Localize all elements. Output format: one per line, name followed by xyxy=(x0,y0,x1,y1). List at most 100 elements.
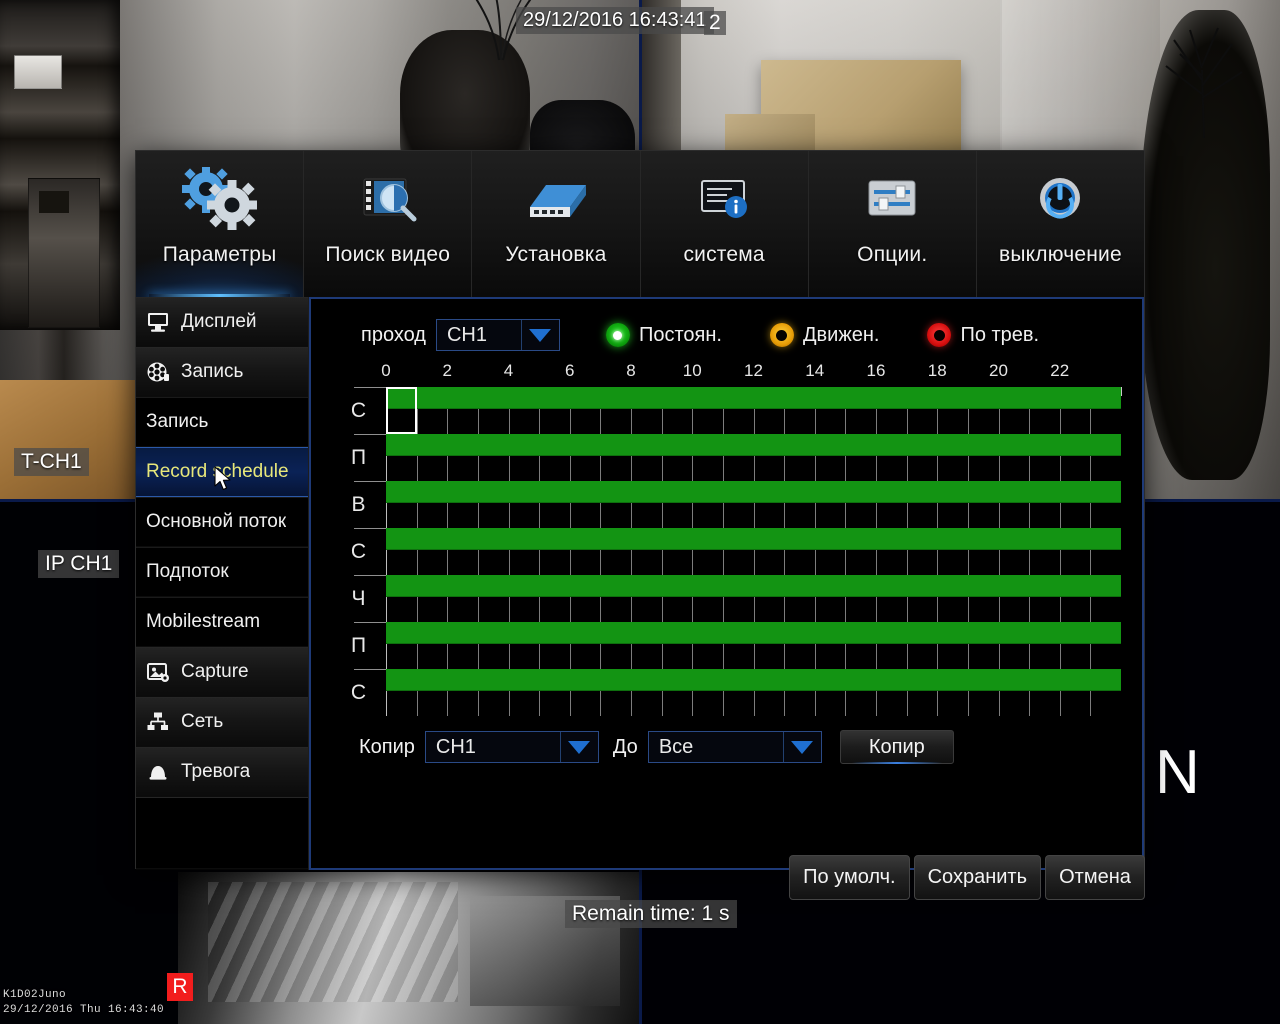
schedule-bar-constant[interactable] xyxy=(386,387,1121,409)
sidebar-item-record[interactable]: Запись xyxy=(136,397,308,447)
cancel-button[interactable]: Отмена xyxy=(1045,855,1145,900)
sidebar-item-label: Дисплей xyxy=(181,311,257,332)
chevron-down-icon[interactable] xyxy=(559,732,598,762)
schedule-bar-constant[interactable] xyxy=(386,669,1121,691)
schedule-day-row: С xyxy=(331,528,1121,575)
toolbar-item-system[interactable]: система xyxy=(641,151,809,297)
hour-label: 14 xyxy=(805,361,825,380)
day-track[interactable] xyxy=(386,387,1121,434)
schedule-bar-constant[interactable] xyxy=(386,528,1121,550)
toolbar-label: выключение xyxy=(999,243,1122,266)
legend-label: Движен. xyxy=(802,323,880,346)
default-button[interactable]: По умолч. xyxy=(789,855,910,900)
channel-select[interactable]: CH1 xyxy=(435,319,560,351)
osd-label-ipch1: IP CH1 xyxy=(38,550,120,578)
day-track[interactable] xyxy=(386,528,1121,575)
day-track[interactable] xyxy=(386,434,1121,481)
hour-tick xyxy=(1121,387,1122,396)
sidebar-item-main-stream[interactable]: Основной поток xyxy=(136,497,308,547)
copy-from-value: CH1 xyxy=(435,735,476,758)
toolbar-item-shutdown[interactable]: выключение xyxy=(977,151,1144,297)
sidebar-item-display[interactable]: Дисплей xyxy=(136,297,308,347)
sidebar-item-network[interactable]: Сеть xyxy=(136,697,308,747)
dialog-actions: По умолч. Сохранить Отмена xyxy=(789,855,1145,900)
copy-to-value: Все xyxy=(658,735,694,758)
recording-indicator: R xyxy=(167,973,193,1001)
scene-building xyxy=(178,872,640,1024)
scene-box xyxy=(14,55,62,89)
sidebar-item-mobilestream[interactable]: Mobilestream xyxy=(136,597,308,647)
dialog-body: Дисплей Запись Запись Record schedule Ос… xyxy=(136,297,1145,900)
copy-to-select[interactable]: Все xyxy=(647,731,822,763)
schedule-rows: СПВСЧПС xyxy=(331,387,1121,716)
osd-camera-number: 2 xyxy=(704,11,726,35)
sidebar-item-sub-stream[interactable]: Подпоток xyxy=(136,547,308,597)
sidebar-item-capture[interactable]: Capture xyxy=(136,647,308,697)
toolbar-item-install[interactable]: Установка xyxy=(472,151,641,297)
copy-button[interactable]: Копир xyxy=(839,730,954,764)
day-label: С xyxy=(331,669,386,716)
toolbar-item-video-search[interactable]: Поиск видео xyxy=(304,151,473,297)
monitor-icon xyxy=(148,313,168,332)
sidebar-item-record-group[interactable]: Запись xyxy=(136,347,308,397)
sidebar-item-label: Запись xyxy=(181,361,244,382)
osd-label-tch1: T-CH1 xyxy=(14,448,89,476)
hour-label: 0 xyxy=(381,361,391,380)
copy-to-label: До xyxy=(612,735,638,758)
schedule-bar-constant[interactable] xyxy=(386,434,1121,456)
toolbar-label: Установка xyxy=(505,243,607,266)
sidebar-item-label: Тревога xyxy=(181,761,251,782)
screen: 29/12/2016 16:43:41 2 T-CH1 IP CH1 Remai… xyxy=(0,0,1280,1024)
film-reel-icon xyxy=(147,362,169,382)
sliders-icon xyxy=(868,180,916,216)
day-label: В xyxy=(331,481,386,528)
hour-label: 22 xyxy=(1050,361,1070,380)
legend-label: Постоян. xyxy=(638,323,722,346)
sidebar-item-label: Основной поток xyxy=(146,511,287,532)
toolbar-item-parameters[interactable]: Параметры xyxy=(136,151,305,297)
schedule-bar-constant[interactable] xyxy=(386,622,1121,644)
toolbar-label: Параметры xyxy=(162,243,277,266)
day-label: П xyxy=(331,434,386,481)
day-track[interactable] xyxy=(386,575,1121,622)
schedule-header: проход CH1 Постоян. Движен. По трев. xyxy=(311,299,1142,351)
osd-timestamp: 29/12/2016 16:43:41 xyxy=(516,7,714,34)
sidebar: Дисплей Запись Запись Record schedule Ос… xyxy=(136,297,309,870)
schedule-day-row: С xyxy=(331,387,1121,434)
hour-label: 2 xyxy=(442,361,452,380)
system-info-icon xyxy=(701,180,748,218)
schedule-bar-constant[interactable] xyxy=(386,481,1121,503)
capture-icon xyxy=(147,663,169,682)
day-track[interactable] xyxy=(386,622,1121,669)
schedule-day-row: В xyxy=(331,481,1121,528)
sidebar-item-label: Подпоток xyxy=(146,561,229,582)
settings-dialog: Параметры Поиск видео Установка система … xyxy=(135,150,1145,900)
channel-select-value: CH1 xyxy=(446,323,487,346)
video-search-icon xyxy=(363,178,417,222)
day-track[interactable] xyxy=(386,669,1121,716)
legend-item-constant[interactable]: Постоян. xyxy=(605,323,722,347)
sidebar-item-label: Сеть xyxy=(181,711,224,732)
hour-label: 18 xyxy=(927,361,947,380)
hour-label: 8 xyxy=(626,361,636,380)
copy-label: Копир xyxy=(359,735,415,758)
schedule-bar-constant[interactable] xyxy=(386,575,1121,597)
hour-label: 12 xyxy=(744,361,763,380)
mouse-cursor xyxy=(214,466,231,491)
schedule-day-row: П xyxy=(331,622,1121,669)
save-button[interactable]: Сохранить xyxy=(913,855,1041,900)
day-label: П xyxy=(331,622,386,669)
chevron-down-icon[interactable] xyxy=(520,320,559,350)
day-track[interactable] xyxy=(386,481,1121,528)
legend-item-alarm[interactable]: По трев. xyxy=(927,323,1039,347)
sidebar-item-alarm[interactable]: Тревога xyxy=(136,747,308,797)
scene-twigs-icon xyxy=(1165,27,1243,139)
copy-from-select[interactable]: CH1 xyxy=(424,731,599,763)
osd-watermark: N xyxy=(1155,738,1200,807)
legend-item-motion[interactable]: Движен. xyxy=(769,323,880,347)
hour-label: 6 xyxy=(565,361,575,380)
sidebar-item-label: Capture xyxy=(181,661,249,682)
chevron-down-icon[interactable] xyxy=(782,732,821,762)
toolbar-item-options[interactable]: Опции. xyxy=(809,151,977,297)
legend-label: По трев. xyxy=(960,323,1040,346)
